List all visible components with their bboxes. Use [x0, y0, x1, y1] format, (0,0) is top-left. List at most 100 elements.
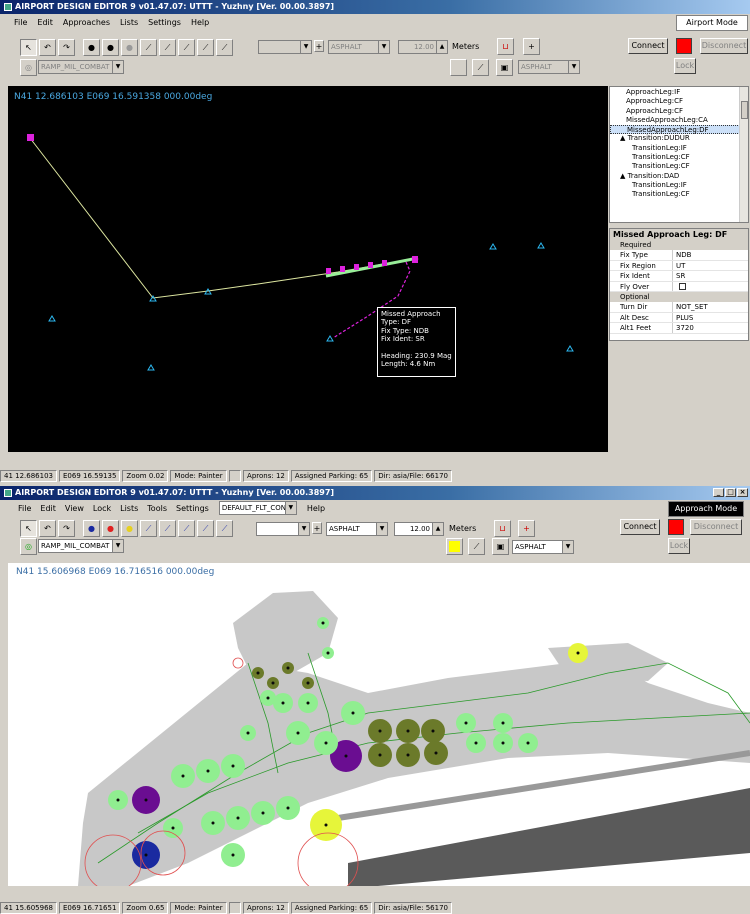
bottom-menu-combo[interactable]: DEFAULT_FLT_CONSL ▼: [218, 501, 297, 515]
link-tool2-icon[interactable]: ⟋: [159, 520, 176, 537]
property-value[interactable]: SR: [673, 271, 685, 281]
top-mode-box[interactable]: Airport Mode: [676, 15, 748, 31]
tree-item[interactable]: TransitionLeg:IF: [610, 181, 748, 190]
link-tool5-icon[interactable]: ⟋: [216, 39, 233, 56]
property-row[interactable]: Fly Over: [610, 281, 748, 292]
select-arrow-icon[interactable]: ↖: [20, 39, 37, 56]
menu-view[interactable]: View: [65, 504, 84, 513]
top-add-icon[interactable]: +: [523, 38, 540, 55]
undo-icon[interactable]: ↶: [39, 520, 56, 537]
top-map-canvas[interactable]: N41 12.686103 E069 16.591358 000.00deg M…: [8, 86, 608, 452]
redo-icon[interactable]: ↷: [58, 39, 75, 56]
bottom-connect-button[interactable]: Connect: [620, 519, 660, 535]
bottom-disconnect-button[interactable]: Disconnect: [690, 519, 742, 535]
menu-tools[interactable]: Tools: [147, 504, 167, 513]
property-value[interactable]: UT: [673, 261, 685, 271]
top-lock-button[interactable]: Lock: [674, 58, 696, 74]
top-plus-small-icon[interactable]: +: [314, 40, 324, 52]
minimize-icon[interactable]: _: [713, 488, 724, 497]
bottom-surface-combo2[interactable]: ASPHALT ▼: [512, 540, 574, 554]
bottom-mode-box[interactable]: Approach Mode: [668, 501, 744, 517]
top-surface-combo[interactable]: ASPHALT ▼: [328, 40, 390, 54]
top-globe-icon[interactable]: ◎: [20, 59, 37, 76]
select-arrow-icon[interactable]: ↖: [20, 520, 37, 537]
link-tool-icon[interactable]: ⟋: [140, 520, 157, 537]
menu-lists[interactable]: Lists: [120, 504, 138, 513]
property-row[interactable]: Fix Type NDB: [610, 250, 748, 261]
bottom-combo-blank[interactable]: ▼: [256, 522, 310, 536]
property-value[interactable]: [673, 282, 676, 292]
menu-file[interactable]: File: [18, 504, 31, 513]
bottom-fill-color-icon[interactable]: [446, 538, 463, 555]
top-fill-color-icon[interactable]: [450, 59, 467, 76]
gray-node2-icon[interactable]: ●: [102, 39, 119, 56]
property-value[interactable]: NDB: [673, 250, 691, 260]
link-tool3-icon[interactable]: ⟋: [178, 520, 195, 537]
tree-item[interactable]: ▲ Transition:DUDUR: [610, 134, 748, 143]
maximize-icon[interactable]: □: [725, 488, 736, 497]
procedure-tree[interactable]: ApproachLeg:IF ApproachLeg:CF ApproachLeg:…: [609, 86, 749, 223]
bottom-plus-small-icon[interactable]: +: [312, 522, 322, 534]
tree-item[interactable]: TransitionLeg:CF: [610, 162, 748, 171]
bottom-lock-button[interactable]: Lock: [668, 538, 690, 554]
tree-item[interactable]: TransitionLeg:CF: [610, 190, 748, 199]
tree-scrollbar[interactable]: [739, 87, 748, 222]
top-grid-icon[interactable]: ▣: [496, 59, 513, 76]
top-surface-combo2[interactable]: ASPHALT ▼: [518, 60, 580, 74]
bottom-ramp-combo[interactable]: RAMP_MIL_COMBAT ▼: [38, 539, 124, 553]
property-value[interactable]: PLUS: [673, 313, 693, 323]
menu-lock[interactable]: Lock: [93, 504, 111, 513]
tree-expand-icon[interactable]: ▲: [620, 134, 628, 142]
gray-node3-icon[interactable]: ●: [121, 39, 138, 56]
menu-file[interactable]: File: [14, 18, 27, 27]
red-node-icon[interactable]: ●: [102, 520, 119, 537]
top-disconnect-button[interactable]: Disconnect: [700, 38, 748, 54]
link-tool5-icon[interactable]: ⟋: [216, 520, 233, 537]
link-tool-icon[interactable]: ⟋: [140, 39, 157, 56]
tree-scroll-thumb[interactable]: [741, 101, 748, 119]
tree-item[interactable]: MissedApproachLeg:CA: [610, 116, 748, 125]
link-tool4-icon[interactable]: ⟋: [197, 520, 214, 537]
ruler-icon[interactable]: ⊔: [494, 520, 511, 537]
menu-lists[interactable]: Lists: [120, 18, 138, 27]
fly-over-checkbox[interactable]: [679, 282, 686, 290]
gray-node-icon[interactable]: ●: [83, 39, 100, 56]
top-connect-button[interactable]: Connect: [628, 38, 668, 54]
link-tool3-icon[interactable]: ⟋: [178, 39, 195, 56]
menu-settings[interactable]: Settings: [148, 18, 181, 27]
property-row[interactable]: Fix Region UT: [610, 260, 748, 271]
tree-item[interactable]: ApproachLeg:CF: [610, 97, 748, 106]
bottom-grid-icon[interactable]: ▣: [492, 538, 509, 555]
menu-help[interactable]: Help: [307, 504, 325, 513]
menu-help[interactable]: Help: [191, 18, 209, 27]
property-value[interactable]: 3720: [673, 323, 694, 333]
property-row[interactable]: Turn Dir NOT_SET: [610, 302, 748, 313]
menu-settings[interactable]: Settings: [176, 504, 209, 513]
link-tool2-icon[interactable]: ⟋: [159, 39, 176, 56]
tree-item[interactable]: TransitionLeg:CF: [610, 153, 748, 162]
tree-item[interactable]: TransitionLeg:IF: [610, 144, 748, 153]
top-ramp-combo[interactable]: RAMP_MIL_COMBAT ▼: [38, 60, 124, 74]
yellow-node-icon[interactable]: ●: [121, 520, 138, 537]
tree-item[interactable]: ApproachLeg:IF: [610, 88, 748, 97]
top-width-field[interactable]: 12.00 ▲: [398, 40, 448, 54]
bottom-width-field[interactable]: 12.00 ▲: [394, 522, 444, 536]
top-line-tool-icon[interactable]: ⟋: [472, 59, 489, 76]
bottom-map-canvas[interactable]: N41 15.606968 E069 16.716516 000.00deg: [8, 563, 750, 886]
menu-approaches[interactable]: Approaches: [63, 18, 110, 27]
bottom-surface-combo[interactable]: ASPHALT ▼: [326, 522, 388, 536]
property-value[interactable]: NOT_SET: [673, 302, 708, 312]
menu-edit[interactable]: Edit: [40, 504, 56, 513]
redo-icon[interactable]: ↷: [58, 520, 75, 537]
tree-item[interactable]: MissedApproachLeg:DF: [610, 125, 748, 135]
property-row[interactable]: Alt Desc PLUS: [610, 312, 748, 323]
ruler-icon[interactable]: ⊔: [497, 38, 514, 55]
property-row[interactable]: Fix Ident SR: [610, 271, 748, 282]
link-tool4-icon[interactable]: ⟋: [197, 39, 214, 56]
property-row[interactable]: Alt1 Feet 3720: [610, 323, 748, 334]
menu-edit[interactable]: Edit: [37, 18, 53, 27]
bottom-globe-icon[interactable]: ◎: [20, 538, 37, 555]
undo-icon[interactable]: ↶: [39, 39, 56, 56]
top-combo-blank[interactable]: ▼: [258, 40, 312, 54]
tree-expand-icon[interactable]: ▲: [620, 172, 628, 180]
